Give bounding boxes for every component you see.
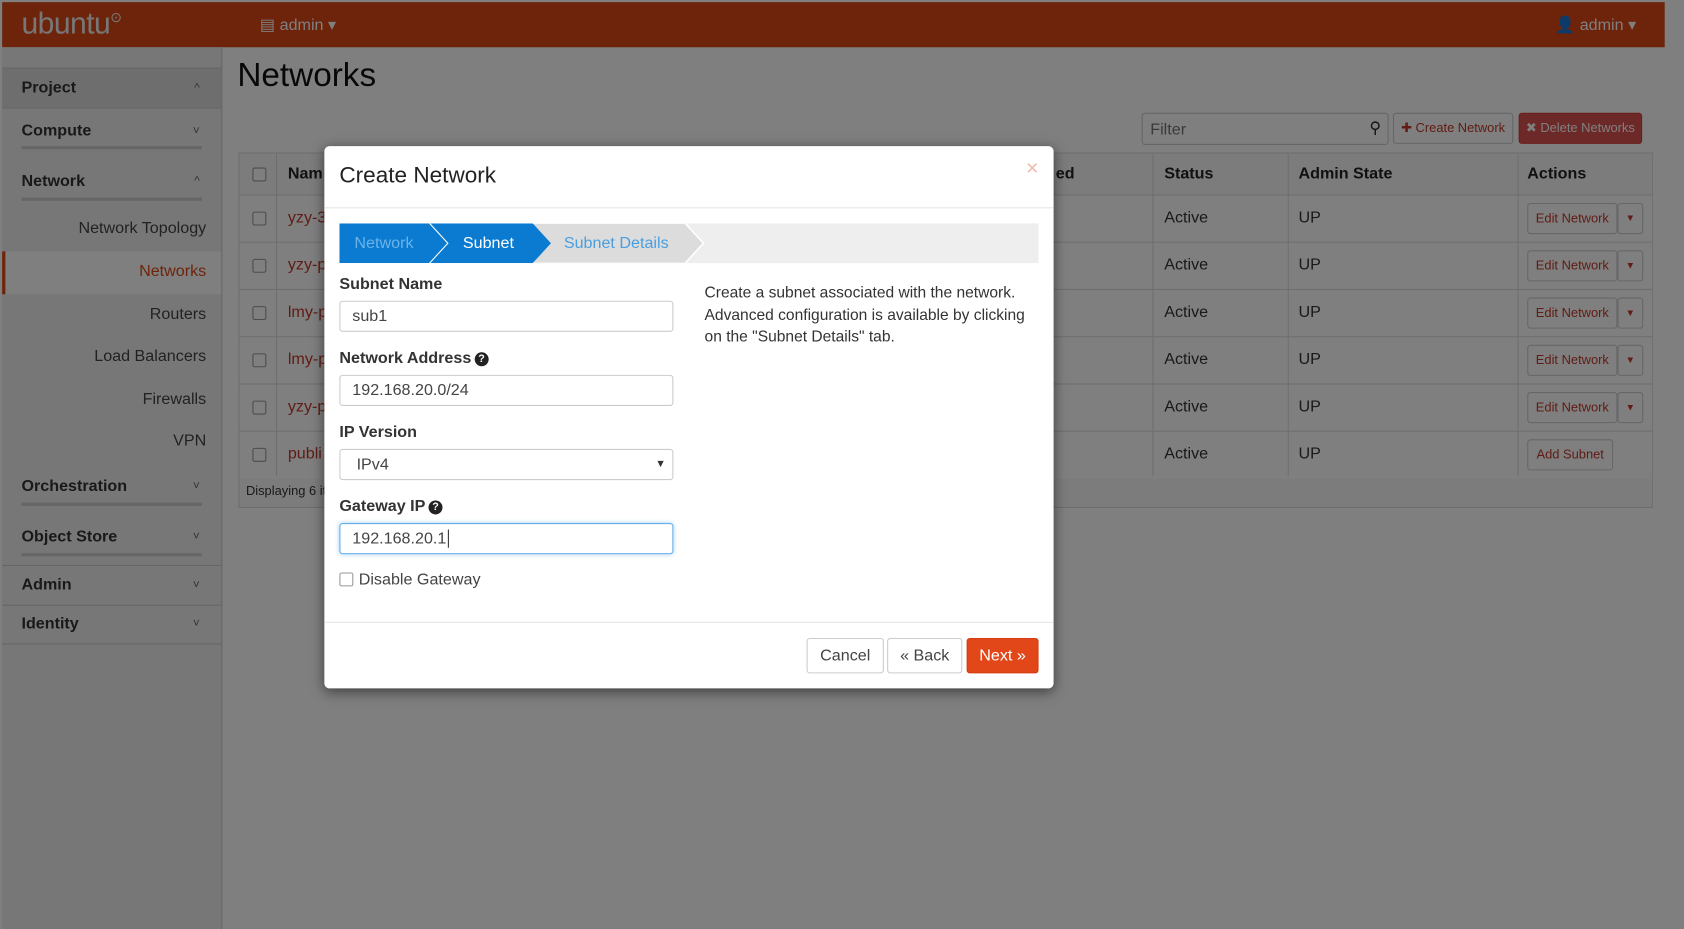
modal-title: Create Network: [339, 163, 497, 188]
next-button[interactable]: Next »: [966, 637, 1039, 674]
network-address-label: Network Address?: [339, 349, 489, 368]
subnet-help-text: Create a subnet associated with the netw…: [704, 284, 1025, 346]
wizard-step-network[interactable]: Network: [354, 223, 413, 263]
selected-value: IPv4: [356, 455, 389, 474]
ip-version-select[interactable]: IPv4 ▼: [339, 448, 674, 481]
back-button[interactable]: « Back: [887, 637, 963, 674]
help-icon[interactable]: ?: [428, 500, 443, 515]
disable-gateway-label[interactable]: Disable Gateway: [359, 570, 481, 588]
subnet-name-label: Subnet Name: [339, 274, 443, 294]
help-icon[interactable]: ?: [474, 352, 489, 367]
wizard-step-subnet-active[interactable]: Subnet: [463, 223, 514, 263]
create-network-modal: Create Network × Network Subnet Subnet D…: [324, 146, 1054, 689]
cancel-button[interactable]: Cancel: [806, 637, 884, 674]
gateway-ip-label: Gateway IP?: [339, 497, 443, 516]
text-cursor: [447, 529, 449, 548]
label-text: Network Address: [339, 349, 472, 368]
gateway-ip-input[interactable]: 192.168.20.1: [339, 523, 674, 555]
input-value: 192.168.20.1: [352, 529, 447, 548]
wizard-steps: Network Subnet Subnet Details: [339, 223, 1039, 264]
wizard-step-subnet-details[interactable]: Subnet Details: [564, 223, 669, 263]
caret-down-icon: ▼: [655, 458, 666, 471]
ip-version-label: IP Version: [339, 423, 417, 442]
disable-gateway-checkbox[interactable]: [339, 572, 354, 587]
subnet-name-input[interactable]: sub1: [339, 300, 674, 332]
close-icon[interactable]: ×: [1026, 157, 1039, 182]
label-text: Gateway IP: [339, 497, 426, 516]
network-address-input[interactable]: 192.168.20.0/24: [339, 374, 674, 406]
wizard-arrows: [339, 223, 705, 264]
